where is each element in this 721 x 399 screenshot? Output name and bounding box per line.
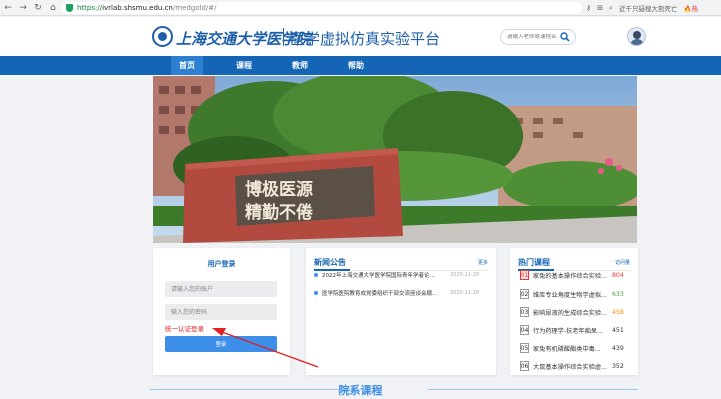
platform-title: 医学虚拟仿真实验平台 [290, 31, 441, 48]
bullet-icon [314, 291, 318, 295]
hot-course-count: 439 [612, 344, 624, 352]
hot-course-item[interactable]: 05 家兔有机磷酸酯类中毒... 439 [520, 342, 630, 354]
news-item-text[interactable]: 医学院医院教育成党委组织干部交流座谈会顺... [322, 289, 440, 297]
password-input[interactable] [165, 304, 277, 320]
nav-home[interactable]: 首页 [171, 56, 203, 75]
rank-badge: 01 [520, 270, 529, 280]
news-item-date: 2020-11-29 [450, 272, 480, 278]
logo-divider [283, 28, 284, 46]
rank-badge: 06 [520, 361, 529, 371]
news-item[interactable]: 2022年上海交通大学医学院国际青年学者论坛... 2020-11-29 [314, 269, 488, 281]
stone-inscription-line2: 精勤不倦 [245, 202, 313, 223]
hot-course-item[interactable]: 04 行为药理学-抗老年痴呆... 451 [520, 324, 630, 336]
url-path: /medgold/#/ [172, 4, 217, 12]
stone-inscription-line1: 博极医源 [245, 179, 313, 200]
main-nav: 首页 课程 教师 帮助 [0, 56, 721, 75]
hot-course-name[interactable]: 大鼠基本操作综合实验虚... [533, 362, 611, 371]
key-icon[interactable]: ⚷ [586, 4, 591, 12]
nav-help[interactable]: 帮助 [340, 56, 372, 75]
campus-photo: 博极医源 精勤不倦 [153, 76, 637, 243]
hot-courses-card: 热门课程 访问量 01 家兔的基本操作综合实验... 804 02 维库专业角度… [510, 248, 638, 375]
user-avatar[interactable] [627, 27, 646, 46]
news-item-text[interactable]: 2022年上海交通大学医学院国际青年学者论坛... [322, 271, 440, 279]
nav-courses[interactable]: 课程 [228, 56, 260, 75]
url-host: ivrlab.shsmu.edu.cn [102, 4, 173, 12]
news-item-date: 2020-11-28 [450, 290, 480, 296]
campus-banner: 博极医源 精勤不倦 [153, 76, 637, 243]
forward-icon[interactable]: → [16, 1, 30, 15]
browser-extensions: ⚷ ⊞ ⌕ 近千只疑搜大熊死亡 🔥热 [586, 2, 698, 14]
search-icon[interactable] [560, 32, 570, 42]
hot-course-count: 804 [612, 271, 624, 279]
reload-icon[interactable]: ↻ [31, 1, 45, 15]
account-input[interactable] [165, 281, 277, 297]
news-card: 新闻公告 更多 2022年上海交通大学医学院国际青年学者论坛... 2020-1… [306, 248, 496, 375]
hot-course-item[interactable]: 01 家兔的基本操作综合实验... 804 [520, 269, 630, 281]
site-search [500, 29, 576, 45]
news-item[interactable]: 医学院医院教育成党委组织干部交流座谈会顺... 2020-11-28 [314, 287, 488, 299]
login-button[interactable]: 登录 [165, 336, 277, 352]
unified-auth-login-link[interactable]: 统一认证登录 [165, 323, 204, 333]
site-search-input[interactable] [507, 34, 563, 40]
hot-course-item[interactable]: 03 影响尿液的生成综合实验... 458 [520, 306, 630, 318]
secure-shield-icon [66, 4, 73, 12]
browser-search-hint[interactable]: 近千只疑搜大熊死亡 [619, 3, 678, 13]
rank-badge: 04 [520, 325, 529, 335]
home-icon[interactable]: ⌂ [46, 1, 60, 15]
address-bar[interactable]: https:// ivrlab.shsmu.edu.cn /medgold/#/ [62, 2, 582, 14]
url-scheme: https:// [77, 4, 103, 12]
bullet-icon [314, 273, 318, 277]
rank-badge: 03 [520, 307, 529, 317]
hot-course-name[interactable]: 维库专业角度生物学虚拟... [533, 290, 611, 299]
department-courses-title: 院系课程 [338, 384, 383, 397]
hot-course-name[interactable]: 影响尿液的生成综合实验... [533, 308, 611, 317]
hot-courses-title: 热门课程 [518, 258, 554, 271]
hot-courses-views-label[interactable]: 访问量 [615, 259, 630, 266]
hot-badge: 🔥热 [683, 5, 699, 13]
hot-course-count: 633 [612, 290, 624, 298]
news-more-link[interactable]: 更多 [478, 259, 488, 266]
login-title: 用户登录 [207, 260, 236, 268]
rank-badge: 02 [520, 289, 529, 299]
news-title: 新闻公告 [314, 258, 350, 271]
hot-course-name[interactable]: 家兔有机磷酸酯类中毒... [533, 344, 611, 353]
rank-badge: 05 [520, 343, 529, 353]
login-card: 用户登录 统一认证登录 登录 [153, 248, 290, 375]
hot-course-count: 458 [612, 308, 624, 316]
avatar-head [633, 31, 641, 39]
hot-course-name[interactable]: 行为药理学-抗老年痴呆... [533, 326, 611, 335]
avatar-body [630, 39, 644, 45]
hot-course-item[interactable]: 06 大鼠基本操作综合实验虚... 352 [520, 360, 630, 372]
nav-teachers[interactable]: 教师 [284, 56, 316, 75]
hot-course-name[interactable]: 家兔的基本操作综合实验... [533, 271, 611, 280]
site-header: 上海交通大学医学院 医学虚拟仿真实验平台 [0, 17, 721, 56]
hot-course-item[interactable]: 02 维库专业角度生物学虚拟... 633 [520, 288, 630, 300]
browser-search-icon[interactable]: ⌕ [609, 4, 613, 13]
hot-course-count: 451 [612, 326, 624, 334]
back-icon[interactable]: ← [1, 1, 15, 15]
extension-grid-icon[interactable]: ⊞ [597, 4, 603, 12]
hot-course-count: 352 [612, 362, 624, 370]
school-seal-icon[interactable] [152, 26, 173, 47]
browser-toolbar: ← → ↻ ⌂ ☆ https:// ivrlab.shsmu.edu.cn /… [0, 0, 721, 16]
